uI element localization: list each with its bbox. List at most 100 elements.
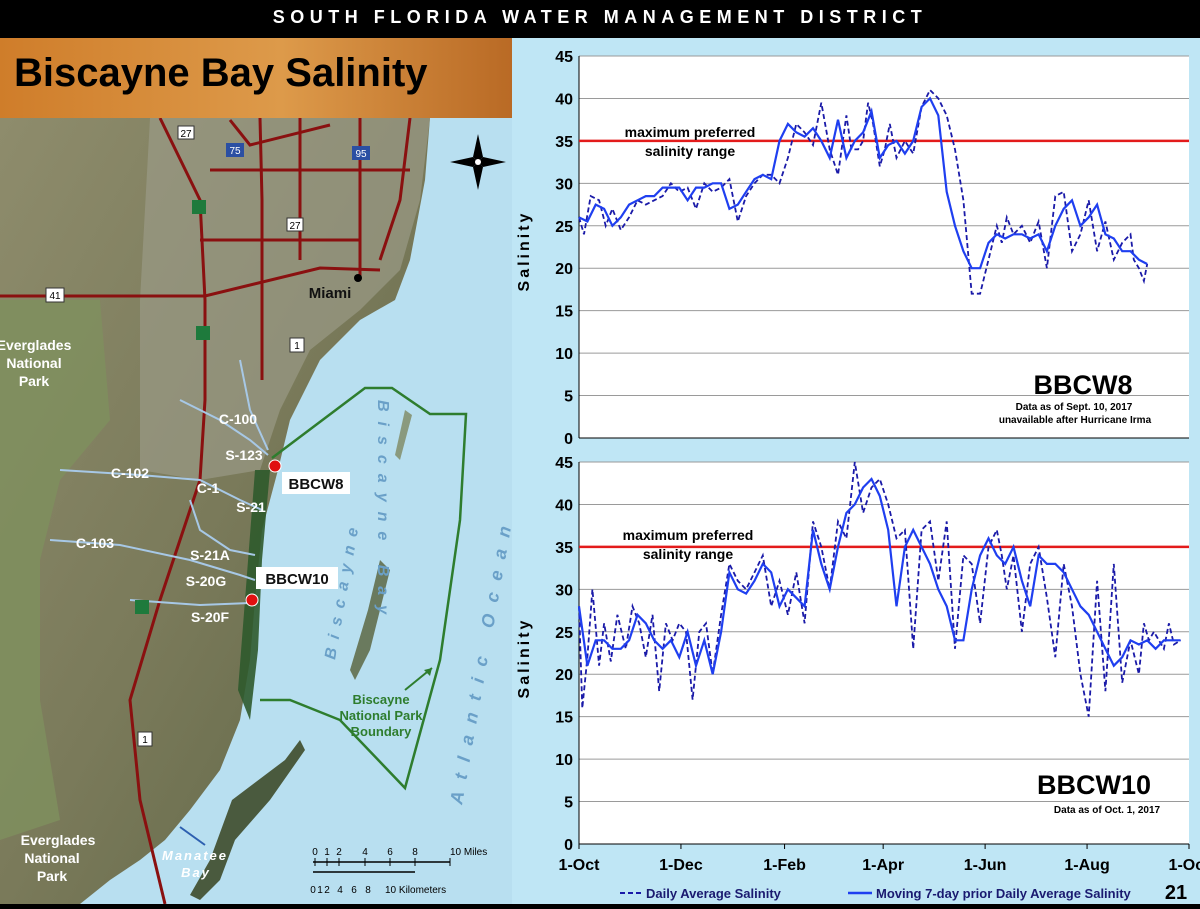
y-tick-label: 0 [564, 431, 573, 448]
route-1-shield-2: 1 [137, 731, 153, 747]
svg-text:Park: Park [19, 373, 50, 389]
svg-text:Everglades: Everglades [21, 832, 96, 848]
scale-miles-label: 0 [312, 847, 318, 858]
chart-bbcw10-threshold-label-line1: maximum preferred [623, 527, 754, 543]
chart-bbcw10-x-axis: 1-Oct 1-Dec 1-Feb 1-Apr 1-Jun 1-Aug 1-Oct [559, 844, 1200, 874]
y-tick-label: 35 [555, 134, 573, 151]
chart-bbcw8-y-axis: 0 5 10 15 20 25 30 35 40 45 [555, 49, 573, 448]
route-95-shield: 95 [352, 146, 370, 160]
turnpike-shield [192, 200, 206, 214]
svg-text:1: 1 [142, 735, 148, 746]
scale-km-label: 2 [324, 885, 330, 896]
y-tick-label: 25 [555, 625, 573, 642]
c1-label: C-1 [197, 480, 220, 496]
svg-text:National Park: National Park [339, 708, 423, 723]
s21-label: S-21 [236, 499, 266, 515]
y-tick-label: 45 [555, 455, 573, 472]
chart-bbcw8-note-line2: unavailable after Hurricane Irma [999, 415, 1152, 426]
legend-daily-label: Daily Average Salinity [646, 886, 782, 901]
charts-panel: 0 5 10 15 20 25 30 35 40 45 maximum preferred sal… [512, 38, 1200, 904]
route-27-shield: 27 [177, 125, 195, 140]
salinity-charts: 0 5 10 15 20 25 30 35 40 45 maximum preferred sal… [516, 49, 1200, 904]
y-tick-label: 5 [564, 795, 573, 812]
y-tick-label: 30 [555, 176, 573, 193]
chart-bbcw10-note-line1: Data as of Oct. 1, 2017 [1054, 805, 1161, 816]
s20f-label: S-20F [191, 609, 230, 625]
scale-km-label: 8 [365, 885, 371, 896]
y-tick-label: 40 [555, 91, 573, 108]
y-tick-label: 20 [555, 261, 573, 278]
scale-miles-label: 6 [387, 847, 393, 858]
scale-km-label: 6 [351, 885, 357, 896]
slide-page-number: 21 [1165, 882, 1187, 904]
x-tick-label: 1-Feb [763, 857, 806, 874]
y-tick-label: 0 [564, 837, 573, 854]
svg-text:Bay: Bay [181, 865, 211, 880]
y-tick-label: 15 [555, 304, 573, 321]
miami-label: Miami [309, 285, 352, 302]
svg-text:27: 27 [289, 221, 301, 232]
biscayne-bay-map: 27 75 95 27 41 1 1 Miami Everglades Nati… [0, 38, 512, 904]
y-tick-label: 10 [555, 346, 573, 363]
x-tick-label: 1-Aug [1064, 857, 1109, 874]
legend-moving-avg-label: Moving 7-day prior Daily Average Salinit… [876, 886, 1132, 901]
slide-title: Biscayne Bay Salinity [14, 51, 428, 95]
route-27-shield-2: 27 [286, 217, 304, 232]
scale-miles-label: 8 [412, 847, 418, 858]
chart-bbcw8-y-label: Salinity [516, 211, 533, 292]
scale-km-label: 10 Kilometers [385, 885, 446, 896]
scale-miles-label: 1 [324, 847, 330, 858]
scale-miles-label: 2 [336, 847, 342, 858]
miami-city-marker [354, 274, 362, 282]
chart-bbcw10-threshold-label-line2: salinity range [643, 546, 733, 562]
x-tick-label: 1-Apr [862, 857, 904, 874]
x-tick-label: 1-Oct [559, 857, 601, 874]
biscayne-bay-vertical-label: Biscayne Bay [374, 400, 391, 624]
y-tick-label: 20 [555, 667, 573, 684]
scale-km-label: 4 [337, 885, 343, 896]
chart-legend: Daily Average Salinity Moving 7-day prio… [620, 886, 1132, 901]
route-1-shield: 1 [289, 337, 305, 353]
c103-label: C-103 [76, 535, 114, 551]
bbcw8-label: BBCW8 [289, 476, 344, 493]
y-tick-label: 30 [555, 582, 573, 599]
y-tick-label: 5 [564, 389, 573, 406]
svg-text:41: 41 [49, 291, 61, 302]
s21a-label: S-21A [190, 547, 230, 563]
scale-miles-label: 10 Miles [450, 847, 487, 858]
svg-text:Boundary: Boundary [351, 724, 412, 739]
c100-label: C-100 [219, 411, 257, 427]
organization-title: SOUTH FLORIDA WATER MANAGEMENT DISTRICT [272, 7, 928, 27]
scale-miles-label: 4 [362, 847, 368, 858]
bbcw8-station-marker[interactable] [268, 459, 282, 473]
route-41-shield: 41 [45, 287, 65, 303]
chart-bbcw8-threshold-label-line1: maximum preferred [625, 124, 756, 140]
y-tick-label: 25 [555, 219, 573, 236]
bbcw10-label: BBCW10 [265, 571, 328, 588]
y-tick-label: 15 [555, 710, 573, 727]
x-tick-label: 1-Dec [659, 857, 703, 874]
svg-text:95: 95 [355, 149, 367, 160]
route-75-shield: 75 [226, 143, 244, 157]
bbcw10-station-marker[interactable] [245, 593, 259, 607]
y-tick-label: 40 [555, 497, 573, 514]
svg-text:27: 27 [180, 129, 192, 140]
chart-bbcw10-y-axis: 0 5 10 15 20 25 30 35 40 45 [555, 455, 573, 854]
svg-text:1: 1 [294, 341, 300, 352]
x-tick-label: 1-Oct [1169, 857, 1200, 874]
chart-bbcw10-station-title: BBCW10 [1037, 770, 1151, 800]
svg-text:Manatee: Manatee [162, 848, 228, 863]
chart-bbcw10-y-label: Salinity [516, 618, 533, 699]
map-panel: 27 75 95 27 41 1 1 Miami Everglades Nati… [0, 38, 512, 904]
y-tick-label: 45 [555, 49, 573, 66]
chart-bbcw8-station-title: BBCW8 [1034, 370, 1133, 400]
scale-km-label: 1 [317, 885, 323, 896]
svg-text:75: 75 [229, 146, 241, 157]
x-tick-label: 1-Jun [964, 857, 1007, 874]
chart-bbcw8-note-line1: Data as of Sept. 10, 2017 [1016, 402, 1133, 413]
svg-text:Biscayne: Biscayne [352, 692, 409, 707]
s20g-label: S-20G [186, 573, 227, 589]
c102-label: C-102 [111, 465, 149, 481]
svg-text:Everglades: Everglades [0, 337, 72, 353]
y-tick-label: 10 [555, 752, 573, 769]
